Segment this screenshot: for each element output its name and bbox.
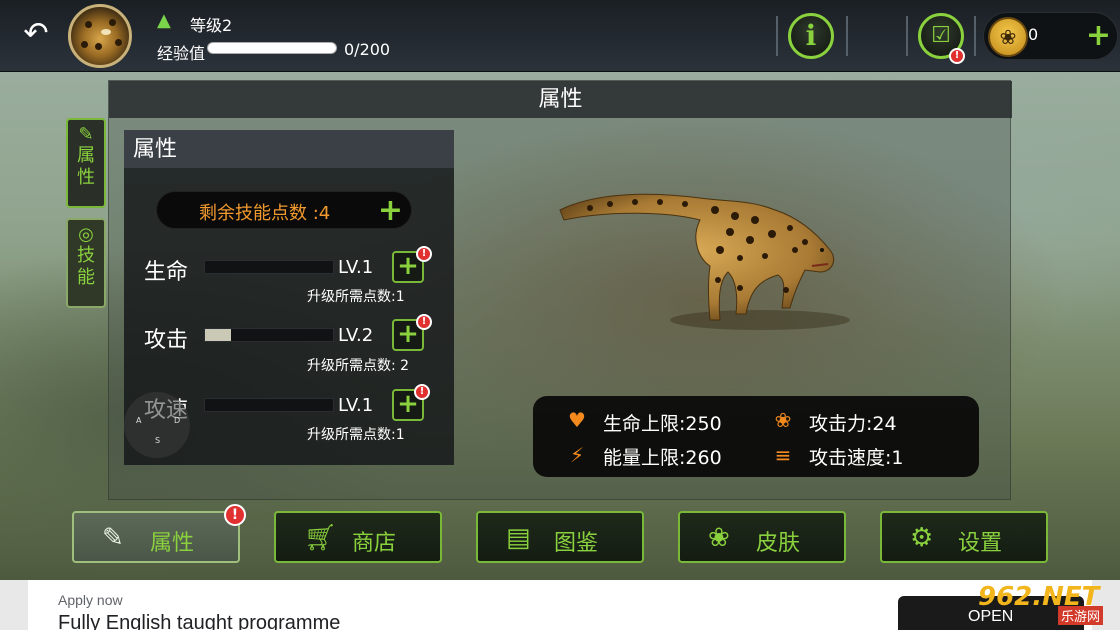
alert-badge: !: [224, 504, 246, 526]
top-bar: ↶ ▲ 等级2 经验值 0/200 i ☑ ! ❀ 0 +: [0, 0, 1120, 72]
ad-banner[interactable]: Apply now Fully English taught programme…: [0, 580, 1120, 630]
nav-shop-label: 商店: [352, 531, 397, 556]
nav-attributes-button[interactable]: ✎ 属性: [72, 511, 240, 563]
joystick-label-d: D: [174, 416, 181, 425]
info-icon: i: [805, 19, 817, 52]
nav-skins-button[interactable]: ❀ 皮肤: [678, 511, 846, 563]
nav-codex-button[interactable]: ▤ 图鉴: [476, 511, 644, 563]
back-arrow-icon: ↶: [23, 16, 49, 51]
exp-label: 经验值: [157, 44, 206, 63]
ad-left-edge: [0, 580, 28, 630]
nav-skins-label: 皮肤: [756, 531, 801, 556]
exp-progress-bar: [207, 42, 337, 54]
alert-badge: !: [414, 384, 430, 400]
movement-joystick[interactable]: A D S: [124, 392, 190, 458]
nav-codex-label: 图鉴: [554, 531, 599, 556]
speed-lines-icon: ≡: [774, 443, 792, 467]
level-label: 等级2: [190, 16, 233, 35]
divider: [776, 16, 778, 56]
lightning-icon: ⚡: [569, 443, 585, 467]
divider: [974, 16, 976, 56]
heart-icon: ♥: [568, 408, 586, 432]
calendar-check-icon: ☑: [931, 23, 951, 48]
stat-bar-attack: [204, 328, 334, 342]
stat-level-attack-speed: LV.1: [338, 395, 374, 416]
nav-settings-label: 设置: [958, 531, 1003, 556]
add-currency-button[interactable]: +: [1086, 17, 1111, 55]
add-skill-points-button[interactable]: +: [378, 192, 403, 230]
leopard-model: [559, 193, 850, 330]
watermark-sub: 乐游网: [1058, 606, 1104, 625]
tab-attributes-label: 属性: [77, 145, 95, 188]
back-button[interactable]: ↶: [18, 18, 54, 50]
stat-level-hp: LV.1: [338, 257, 374, 278]
cart-icon: 🛒︎: [304, 523, 338, 553]
info-button[interactable]: i: [788, 13, 834, 59]
paw-coin-icon: ❀: [988, 17, 1028, 57]
stat-bar-hp: [204, 260, 334, 274]
nav-shop-button[interactable]: 🛒︎ 商店: [274, 511, 442, 563]
exp-value: 0/200: [344, 40, 391, 59]
divider: [846, 16, 848, 56]
joystick-label-s: S: [155, 436, 161, 445]
attributes-title: 属性: [124, 130, 454, 168]
stats-summary: ♥ 生命上限:250 ⚡ 能量上限:260 ❀ 攻击力:24 ≡ 攻击速度:1: [533, 396, 979, 477]
ad-headline[interactable]: Fully English taught programme: [58, 612, 340, 630]
stat-requirement-hp: 升级所需点数:1: [307, 289, 405, 305]
swirl-icon: ◎: [78, 224, 94, 245]
book-icon: ▤: [506, 523, 531, 553]
currency-value: 0: [1028, 25, 1039, 44]
document-edit-icon: ✎: [102, 523, 124, 553]
attack-power: 攻击力:24: [809, 413, 897, 435]
level-animal-icon: ▲: [157, 10, 171, 31]
tab-skills-label: 技能: [77, 245, 95, 288]
skill-points-pill: 剩余技能点数 :4 +: [156, 191, 412, 229]
stat-level-attack: LV.2: [338, 325, 374, 346]
currency-display: ❀ 0 +: [983, 12, 1118, 60]
player-avatar[interactable]: [68, 4, 132, 68]
nav-attributes-label: 属性: [150, 531, 195, 556]
alert-badge: !: [416, 314, 432, 330]
joystick-label-a: A: [136, 416, 142, 425]
panel-title: 属性: [109, 81, 1012, 118]
energy-max: 能量上限:260: [603, 447, 722, 469]
tab-attributes[interactable]: ✎ 属性: [66, 118, 106, 208]
palette-icon: ❀: [708, 523, 730, 553]
stat-requirement-attack-speed: 升级所需点数:1: [307, 427, 405, 443]
alert-badge: !: [416, 246, 432, 262]
gear-icon: ⚙: [910, 523, 934, 553]
nav-settings-button[interactable]: ⚙ 设置: [880, 511, 1048, 563]
stat-requirement-attack: 升级所需点数: 2: [307, 358, 410, 374]
attack-speed: 攻击速度:1: [809, 447, 904, 469]
alert-badge: !: [949, 48, 965, 64]
document-edit-icon: ✎: [78, 124, 94, 145]
stat-name-hp: 生命: [144, 260, 189, 285]
tab-skills[interactable]: ◎ 技能: [66, 218, 106, 308]
divider: [906, 16, 908, 56]
stat-bar-attack-speed: [204, 398, 334, 412]
paw-icon: ❀: [774, 408, 792, 432]
skill-points-text: 剩余技能点数 :4: [199, 203, 331, 224]
stat-name-attack: 攻击: [144, 328, 189, 353]
ad-apply-text: Apply now: [58, 592, 123, 608]
hp-max: 生命上限:250: [603, 413, 722, 435]
site-watermark: 962.NET 乐游网: [978, 582, 1116, 626]
